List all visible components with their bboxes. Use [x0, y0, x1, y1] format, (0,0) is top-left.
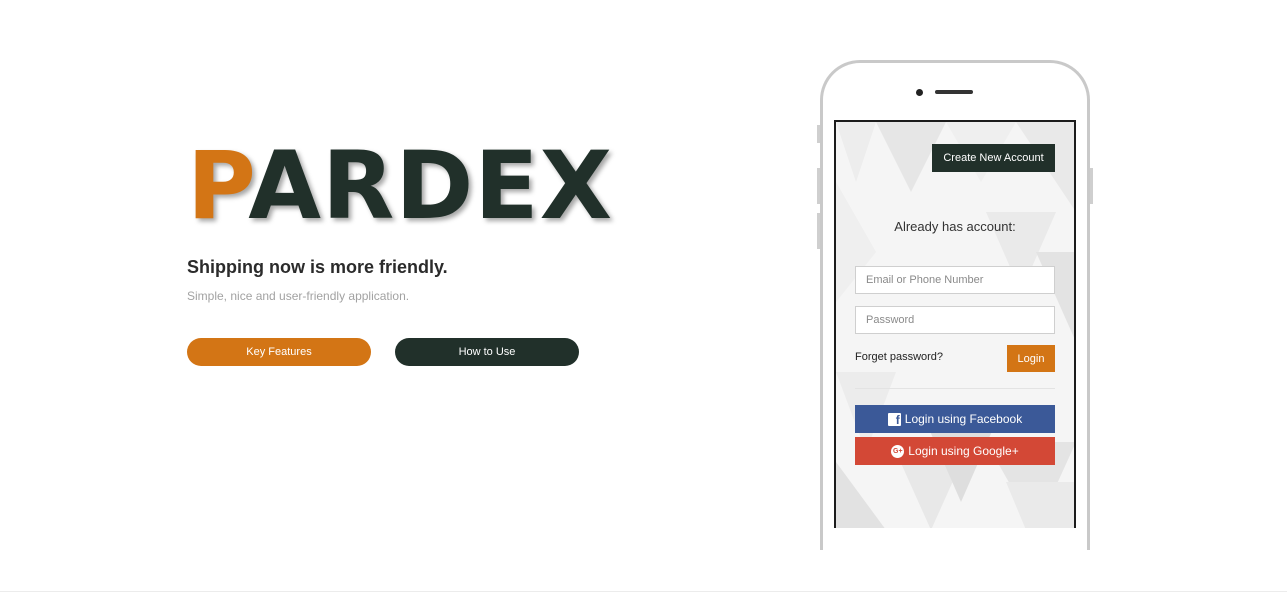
- facebook-icon: f: [887, 412, 901, 426]
- google-plus-icon: G+: [891, 444, 905, 458]
- divider: [855, 388, 1055, 389]
- google-login-label: Login using Google+: [908, 444, 1019, 458]
- phone-side-button: [817, 168, 820, 204]
- email-field[interactable]: [855, 266, 1055, 294]
- facebook-login-label: Login using Facebook: [904, 412, 1023, 426]
- logo: PARDEX: [187, 140, 612, 234]
- phone-side-button: [817, 125, 820, 143]
- bottom-border: [0, 591, 1287, 592]
- phone-camera: [916, 89, 923, 96]
- phone-side-button: [817, 213, 820, 249]
- forget-password-link[interactable]: Forget password?: [855, 351, 943, 363]
- logo-rest: ARDEX: [248, 132, 614, 241]
- hero-headline: Shipping now is more friendly.: [187, 257, 448, 277]
- facebook-login-button[interactable]: f Login using Facebook: [855, 405, 1055, 433]
- login-button[interactable]: Login: [1007, 345, 1055, 372]
- logo-first-letter: P: [187, 132, 249, 241]
- hero-subline: Simple, nice and user-friendly applicati…: [187, 289, 410, 303]
- google-login-button[interactable]: G+ Login using Google+: [855, 437, 1055, 465]
- phone-side-button: [1090, 168, 1093, 204]
- how-to-use-button[interactable]: How to Use: [395, 338, 579, 366]
- create-account-button[interactable]: Create New Account: [932, 144, 1055, 172]
- password-field[interactable]: [855, 306, 1055, 334]
- hero-section: PARDEX: [187, 140, 612, 234]
- key-features-button[interactable]: Key Features: [187, 338, 371, 366]
- already-account-text: Already has account:: [894, 219, 1016, 234]
- phone-speaker: [935, 90, 973, 94]
